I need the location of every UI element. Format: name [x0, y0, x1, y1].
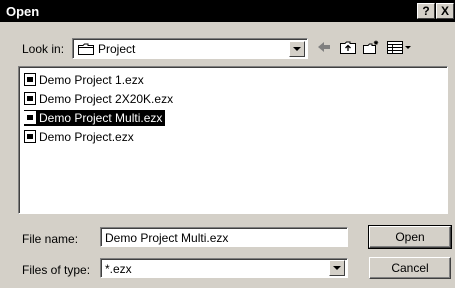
help-button[interactable]: ? [417, 3, 435, 19]
new-folder-icon[interactable] [362, 40, 380, 55]
file-list-item[interactable]: Demo Project.ezx [24, 129, 137, 145]
look-in-value: Project [98, 42, 136, 56]
view-menu-icon[interactable] [386, 40, 412, 55]
folder-icon [78, 43, 94, 55]
look-in-dropdown[interactable]: Project [72, 38, 308, 59]
file-list[interactable]: Demo Project 1.ezx Demo Project 2X20K.ez… [18, 66, 448, 214]
file-name-text: Demo Project.ezx [39, 130, 134, 144]
file-list-item[interactable]: Demo Project 1.ezx [24, 72, 147, 88]
dialog-title: Open [6, 4, 40, 19]
close-button[interactable]: X [436, 3, 454, 19]
file-name-text: Demo Project Multi.ezx [39, 111, 163, 125]
file-icon [24, 92, 36, 105]
file-name-label: File name: [22, 232, 79, 246]
file-icon [24, 73, 36, 86]
back-arrow-icon[interactable] [316, 40, 332, 54]
look-in-label: Look in: [22, 42, 65, 56]
file-name-text: Demo Project 2X20K.ezx [39, 92, 174, 106]
cancel-button[interactable]: Cancel [369, 257, 451, 279]
files-of-type-dropdown-arrow[interactable] [329, 260, 345, 276]
open-button[interactable]: Open [368, 225, 452, 249]
title-bar[interactable]: Open ? X [0, 0, 455, 22]
file-name-text: Demo Project 1.ezx [39, 73, 144, 87]
files-of-type-label: Files of type: [22, 263, 91, 277]
file-list-item[interactable]: Demo Project 2X20K.ezx [24, 91, 176, 107]
files-of-type-value: *.ezx [105, 262, 132, 276]
file-list-item-selected[interactable]: Demo Project Multi.ezx [24, 110, 166, 126]
files-of-type-dropdown[interactable]: *.ezx [100, 258, 348, 278]
file-name-input-value: Demo Project Multi.ezx [105, 231, 229, 245]
file-icon [24, 111, 36, 124]
look-in-dropdown-arrow[interactable] [289, 41, 305, 57]
file-name-input[interactable]: Demo Project Multi.ezx [100, 227, 348, 247]
file-icon [24, 130, 36, 143]
up-one-level-icon[interactable] [339, 40, 357, 55]
